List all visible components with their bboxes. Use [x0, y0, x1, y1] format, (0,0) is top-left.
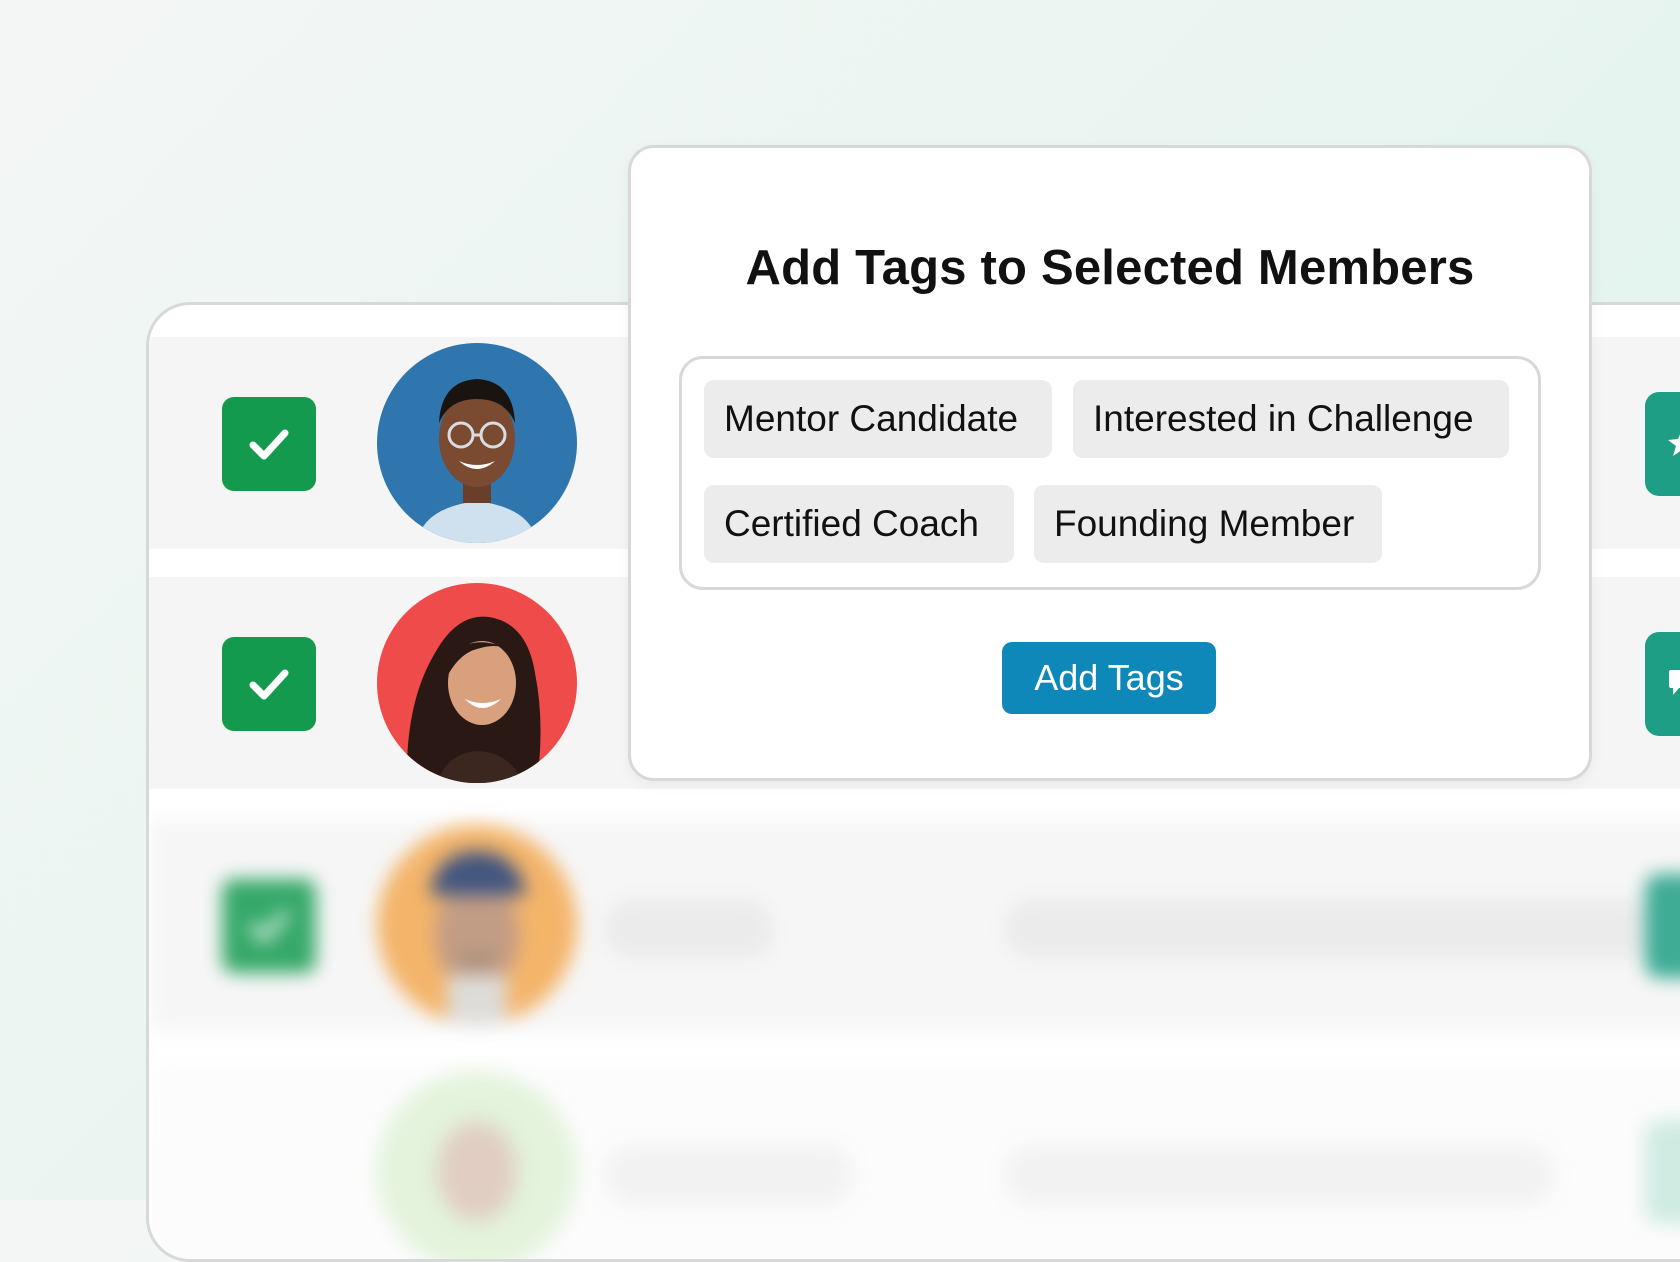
avatar: [377, 825, 577, 1025]
add-tags-button[interactable]: Add Tags: [1002, 642, 1216, 714]
member-checkbox[interactable]: [222, 397, 316, 491]
tag-chip[interactable]: Founding Member: [1034, 485, 1382, 563]
avatar[interactable]: [377, 583, 577, 783]
checkmark-icon: [249, 911, 289, 942]
tag-chip[interactable]: Interested in Challenge: [1073, 380, 1509, 458]
checkmark-icon: [249, 669, 289, 700]
modal-title: Add Tags to Selected Members: [745, 241, 1475, 295]
member-checkbox[interactable]: [222, 637, 316, 731]
star-icon: [1668, 434, 1680, 456]
avatar[interactable]: [377, 343, 577, 543]
tag-chip[interactable]: Certified Coach: [704, 485, 1014, 563]
info-placeholder: [1004, 1145, 1554, 1205]
info-placeholder: [1004, 899, 1654, 959]
tag-chip[interactable]: Mentor Candidate: [704, 380, 1052, 458]
person-photo: [377, 1071, 577, 1259]
man-with-cap-photo: [377, 825, 577, 1025]
tag-selector[interactable]: Mentor Candidate Interested in Challenge…: [679, 356, 1541, 590]
member-checkbox: [222, 879, 316, 973]
favorite-button[interactable]: [1645, 392, 1680, 496]
name-placeholder: [604, 899, 774, 959]
add-tags-modal: Add Tags to Selected Members Mentor Cand…: [628, 145, 1592, 781]
member-row: [149, 1065, 1680, 1259]
action-button: [1645, 874, 1680, 978]
avatar: [377, 1071, 577, 1259]
action-button: [1645, 1120, 1680, 1224]
smiling-woman-photo: [377, 583, 577, 783]
comment-icon: [1669, 670, 1680, 695]
name-placeholder: [604, 1145, 854, 1205]
member-row: [149, 819, 1680, 1031]
checkmark-icon: [249, 429, 289, 460]
message-button[interactable]: [1645, 632, 1680, 736]
man-with-glasses-photo: [377, 343, 577, 543]
